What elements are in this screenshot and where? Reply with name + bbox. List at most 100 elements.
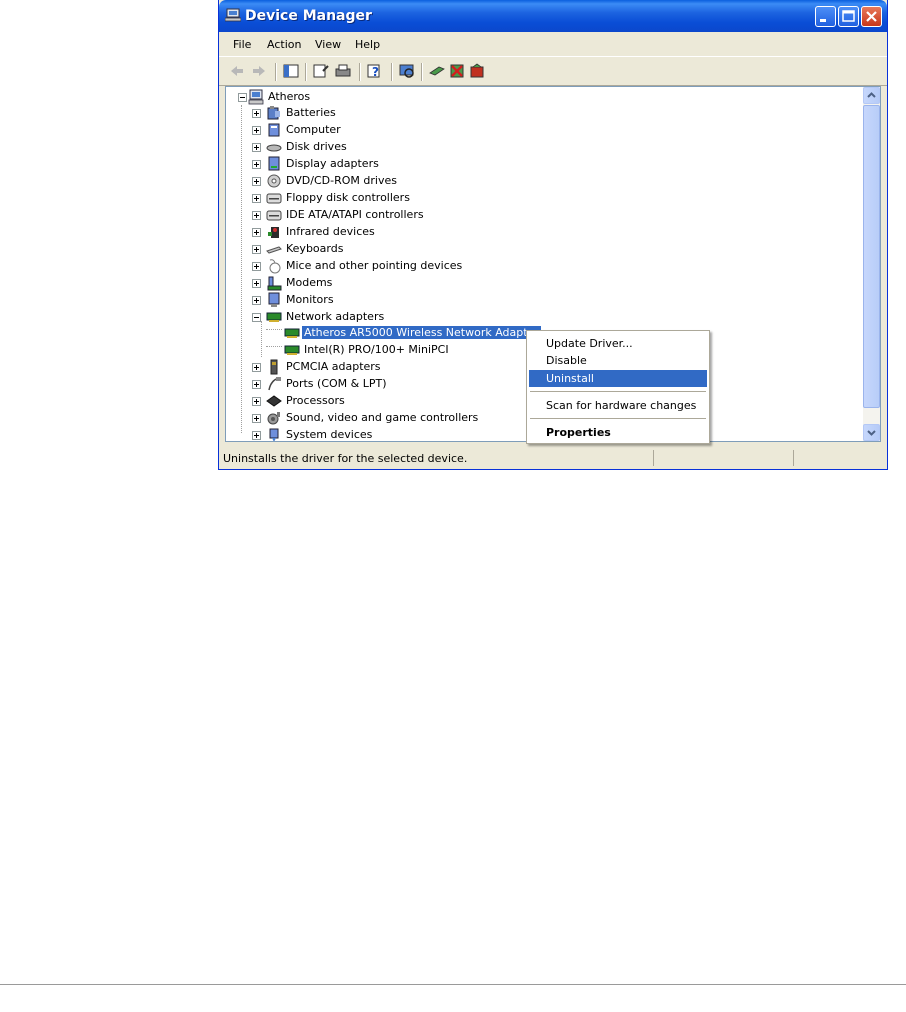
tree-item-label: Mice and other pointing devices [286, 259, 463, 272]
status-bar: Uninstalls the driver for the selected d… [219, 448, 887, 468]
expand-icon[interactable] [252, 279, 261, 288]
expand-icon[interactable] [252, 211, 261, 220]
infrared-icon [268, 227, 279, 238]
maximize-button[interactable] [838, 6, 859, 27]
menu-file[interactable]: File [233, 38, 251, 51]
expand-icon[interactable] [252, 414, 261, 423]
expand-icon[interactable] [252, 143, 261, 152]
svg-text:?: ? [372, 65, 379, 79]
minimize-icon [820, 19, 826, 22]
tree-root-label: Atheros [268, 90, 311, 103]
tree-item-label: Floppy disk controllers [286, 191, 410, 204]
expand-icon[interactable] [252, 245, 261, 254]
modem-icon [267, 276, 282, 291]
tree-item-label: Computer [286, 123, 341, 136]
disable-device-icon[interactable] [449, 63, 465, 79]
menu-item-properties[interactable]: Properties [529, 424, 707, 441]
expand-icon[interactable] [252, 296, 261, 305]
mouse-icon [269, 259, 281, 274]
network-adapter-icon [266, 312, 282, 322]
scan-hardware-icon[interactable] [399, 63, 415, 79]
chevron-down-icon [867, 430, 876, 436]
tree-item-label: Monitors [286, 293, 334, 306]
tree-item-label: Keyboards [286, 242, 344, 255]
vertical-scrollbar[interactable] [863, 87, 880, 441]
forward-icon[interactable] [251, 63, 267, 79]
tree-item-label: Display adapters [286, 157, 379, 170]
maximize-icon [842, 10, 855, 22]
tree-item-label: Batteries [286, 106, 336, 119]
floppy-controller-icon [266, 193, 282, 204]
expand-icon[interactable] [252, 363, 261, 372]
print-icon[interactable] [335, 63, 351, 79]
display-adapter-icon [268, 156, 280, 171]
close-button[interactable] [861, 6, 882, 27]
tree-item-label: Sound, video and game controllers [286, 411, 479, 424]
page-divider [0, 984, 906, 985]
menu-action[interactable]: Action [267, 38, 301, 51]
menu-item-scan-hardware[interactable]: Scan for hardware changes [529, 397, 707, 414]
collapse-icon[interactable] [252, 313, 261, 322]
status-pane [653, 450, 654, 466]
expand-icon[interactable] [252, 431, 261, 440]
tree-item-label: Intel(R) PRO/100+ MiniPCI [304, 343, 449, 356]
tree-item-label: Disk drives [286, 140, 347, 153]
pcmcia-icon [270, 359, 278, 375]
expand-icon[interactable] [252, 126, 261, 135]
tree-item-label: Modems [286, 276, 333, 289]
toolbar: ? [219, 56, 887, 86]
menu-separator [530, 391, 706, 392]
chevron-up-icon [867, 92, 876, 98]
minimize-button[interactable] [815, 6, 836, 27]
monitor-icon [268, 292, 280, 307]
disk-drive-icon [266, 144, 282, 152]
expand-icon[interactable] [252, 194, 261, 203]
battery-icon [267, 106, 280, 120]
menu-item-disable[interactable]: Disable [529, 352, 707, 369]
expand-icon[interactable] [252, 109, 261, 118]
context-menu: Update Driver... Disable Uninstall Scan … [526, 330, 710, 444]
expand-icon[interactable] [252, 228, 261, 237]
expand-icon[interactable] [252, 380, 261, 389]
status-pane [793, 450, 794, 466]
collapse-icon[interactable] [238, 93, 247, 102]
properties-icon[interactable] [313, 63, 329, 79]
show-hide-console-tree-icon[interactable] [283, 63, 299, 79]
menu-item-update-driver[interactable]: Update Driver... [529, 335, 707, 352]
status-text: Uninstalls the driver for the selected d… [223, 452, 468, 465]
scroll-thumb[interactable] [863, 105, 880, 408]
expand-icon[interactable] [252, 160, 261, 169]
tree-item-label: Processors [286, 394, 345, 407]
tree-item-label: DVD/CD-ROM drives [286, 174, 397, 187]
title-bar[interactable]: Device Manager [219, 0, 887, 32]
update-driver-icon[interactable] [429, 63, 445, 79]
menu-item-uninstall[interactable]: Uninstall [529, 370, 707, 387]
network-adapter-icon [284, 345, 300, 355]
ide-controller-icon [266, 210, 282, 221]
help-icon[interactable]: ? [367, 63, 383, 79]
tree-item-label: Ports (COM & LPT) [286, 377, 387, 390]
computer-icon [268, 123, 280, 137]
expand-icon[interactable] [252, 177, 261, 186]
scroll-up-button[interactable] [863, 87, 880, 104]
sound-icon [267, 412, 280, 425]
window-title: Device Manager [245, 8, 372, 24]
port-icon [268, 377, 281, 391]
computer-root-icon [248, 89, 264, 105]
dvd-drive-icon [267, 174, 281, 188]
menu-help[interactable]: Help [355, 38, 380, 51]
close-icon [866, 11, 877, 22]
expand-icon[interactable] [252, 397, 261, 406]
device-manager-icon [225, 8, 241, 22]
tree-item-label: IDE ATA/ATAPI controllers [286, 208, 424, 221]
keyboard-icon [266, 246, 282, 254]
uninstall-device-icon[interactable] [469, 63, 485, 79]
network-adapter-icon [284, 328, 300, 338]
tree-item-label: Infrared devices [286, 225, 375, 238]
back-icon[interactable] [229, 63, 245, 79]
expand-icon[interactable] [252, 262, 261, 271]
menu-view[interactable]: View [315, 38, 341, 51]
menu-separator [530, 418, 706, 419]
tree-item-label: PCMCIA adapters [286, 360, 381, 373]
scroll-down-button[interactable] [863, 424, 880, 441]
